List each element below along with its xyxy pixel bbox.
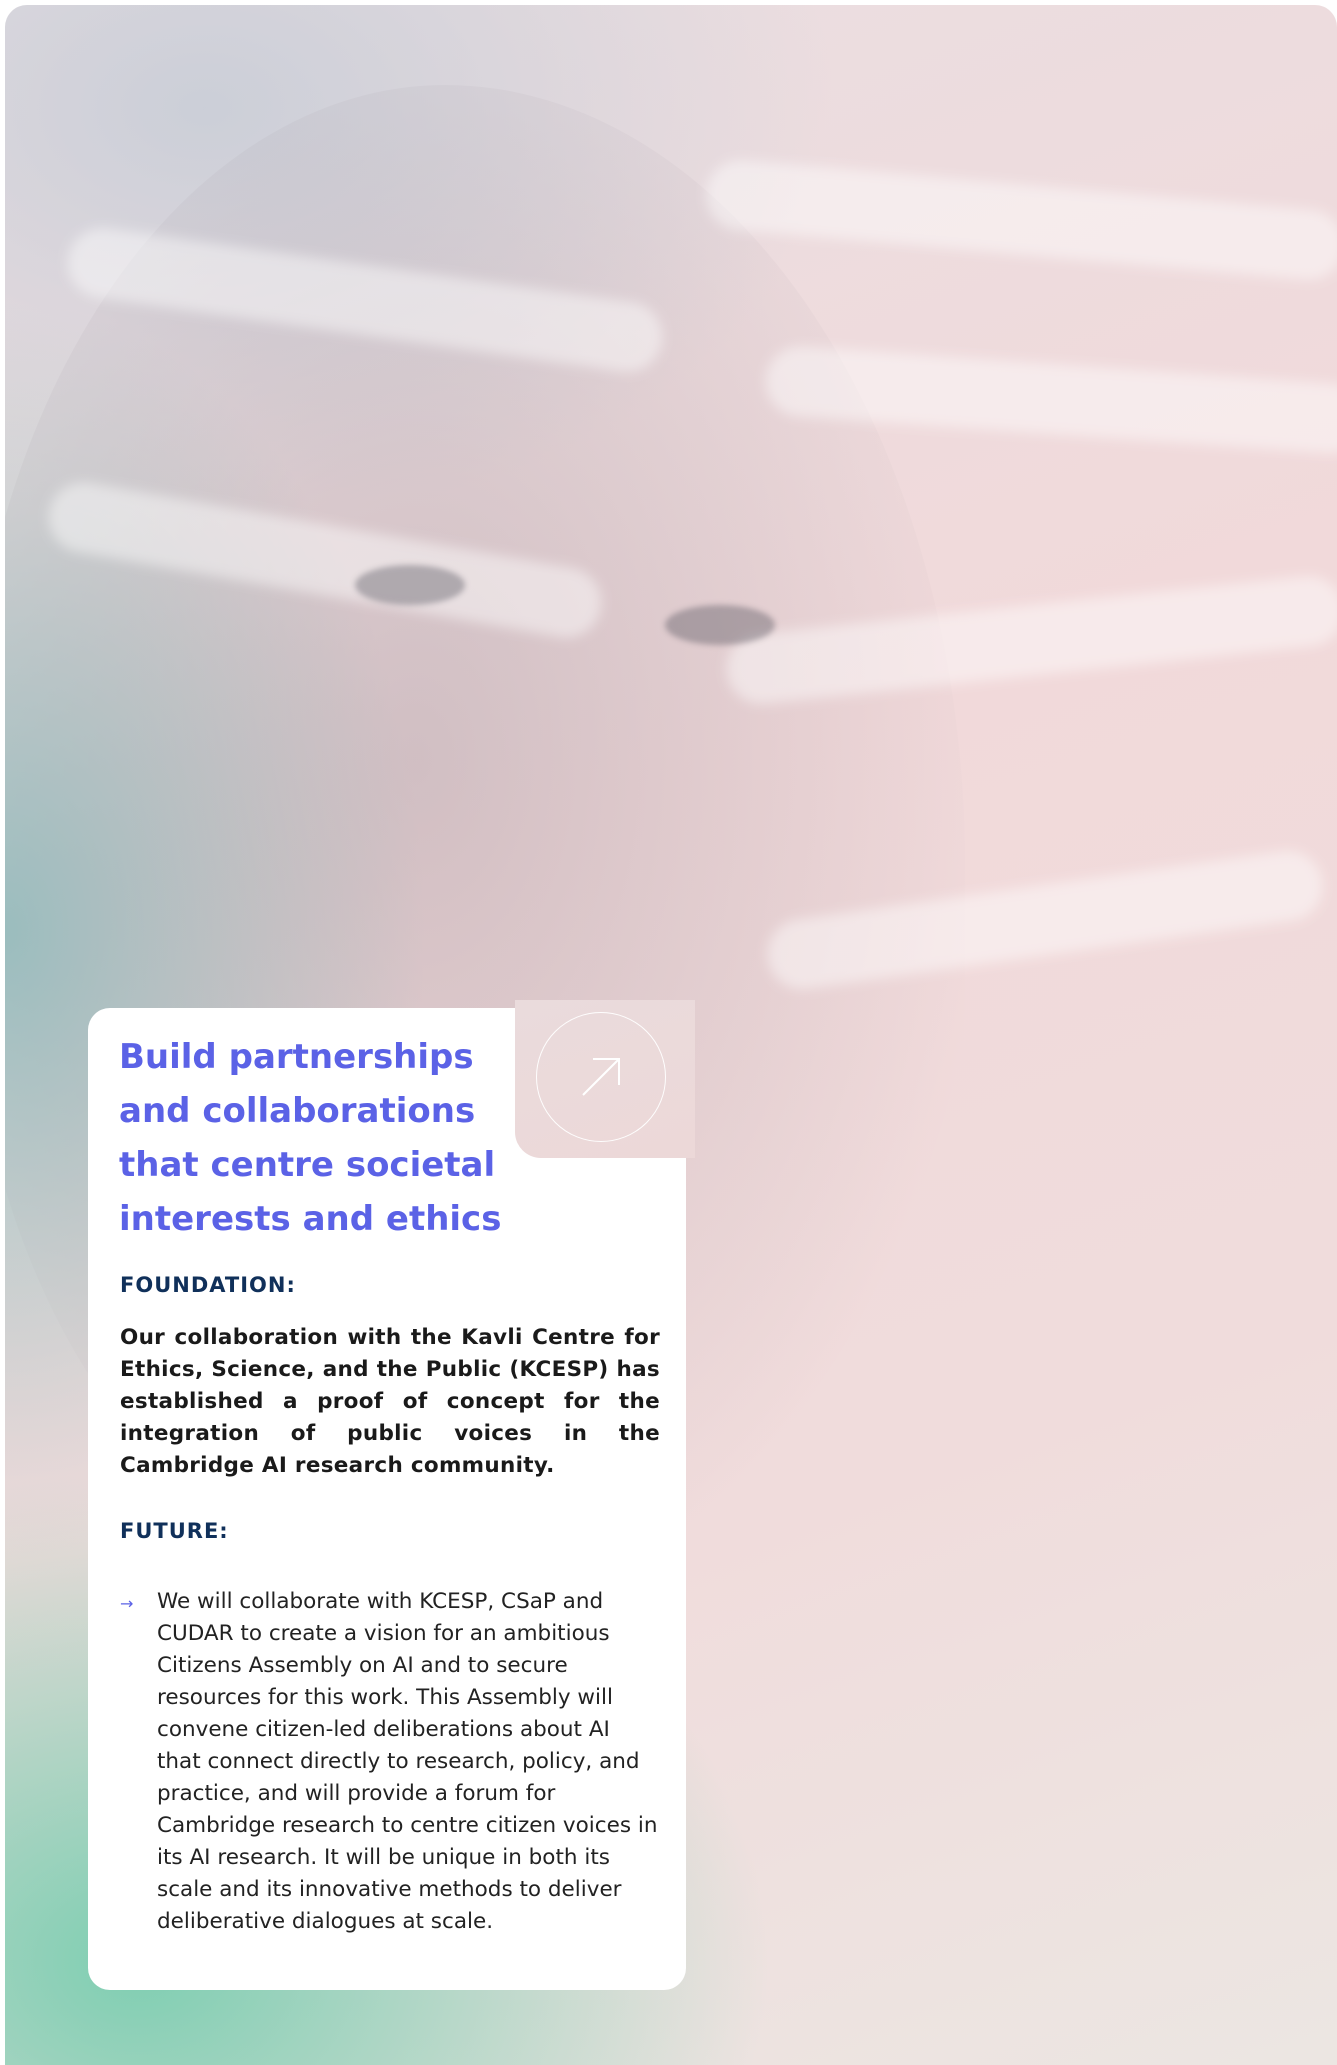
- future-label: FUTURE:: [120, 1519, 229, 1543]
- page: Build partnerships and collaborations th…: [0, 0, 1337, 2065]
- future-list: → We will collaborate with KCESP, CSaP a…: [120, 1586, 660, 1938]
- eye-shadow-left: [355, 565, 465, 605]
- card-title: Build partnerships and collaborations th…: [119, 1037, 502, 1239]
- arrow-up-right-icon[interactable]: [536, 1012, 666, 1142]
- future-item-text: We will collaborate with KCESP, CSaP and…: [157, 1589, 658, 1934]
- arrow-up-right-glyph: [582, 1058, 620, 1096]
- eye-shadow-right: [665, 605, 775, 645]
- list-item: → We will collaborate with KCESP, CSaP a…: [120, 1586, 660, 1938]
- light-stripe: [703, 157, 1337, 283]
- arrow-right-icon: →: [120, 1594, 134, 1613]
- foundation-label: FOUNDATION:: [120, 1273, 296, 1297]
- foundation-text: Our collaboration with the Kavli Centre …: [120, 1325, 660, 1478]
